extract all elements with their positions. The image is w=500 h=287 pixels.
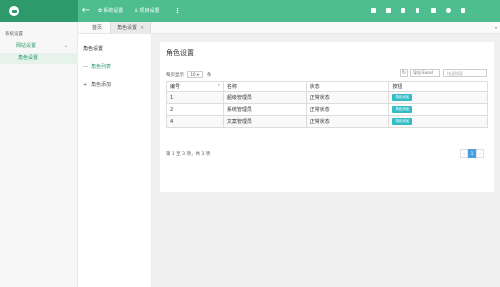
sub-nav-panel: 角色设置 — 角色列表 + 角色添加 — [78, 34, 152, 287]
prev-page-button[interactable]: ‹ — [460, 149, 468, 158]
subnav-item-label: 角色添加 — [91, 82, 112, 88]
copy-icon[interactable] — [401, 8, 405, 13]
column-header-name[interactable]: 名称 — [222, 81, 307, 92]
sidebar-group-website[interactable]: 网站设置 ⌄ — [0, 41, 78, 52]
main-content: 角色设置 每页显示 10 ▾ 条 ↻ 导出 Excel 编号▾ 名称 状态 按钮… — [152, 34, 500, 287]
table-header-row: 编号 ▾ 名称 状态 按钮 — [166, 81, 488, 92]
user-icon: ♙ — [134, 8, 139, 14]
length-suffix: 条 — [206, 73, 212, 78]
expand-icon[interactable] — [461, 8, 465, 13]
page-length-select[interactable]: 10 ▾ — [187, 71, 204, 78]
roles-table: 编号 ▾ 名称 状态 按钮 1 超级管理员 正常状态 角色添加 2 系统管理员 正… — [166, 81, 488, 128]
table-row: 1 超级管理员 正常状态 角色添加 — [166, 91, 488, 104]
add-role-button[interactable]: 角色添加 — [392, 94, 413, 101]
add-role-button[interactable]: 角色添加 — [392, 118, 413, 125]
sidebar-item-role-settings[interactable]: 角色设置 — [0, 53, 78, 64]
cell-status: 正常状态 — [305, 91, 390, 104]
page-length-control: 每页显示 10 ▾ 条 — [166, 71, 211, 78]
cell-name: 系统管理员 — [222, 103, 307, 116]
close-icon[interactable]: × — [140, 25, 144, 31]
lock-icon[interactable] — [431, 8, 436, 13]
header-tab-label: 系统设置 — [103, 8, 124, 14]
dash-icon: — — [83, 64, 88, 70]
tab-label: 角色设置 — [117, 25, 138, 31]
sidebar: 系统设置 网站设置 ⌄ 角色设置 — [0, 22, 78, 287]
more-menu-icon[interactable]: ⋮ — [174, 0, 181, 22]
page-button-current[interactable]: 1 — [468, 149, 476, 158]
plus-icon: + — [83, 82, 88, 88]
column-header-status[interactable]: 状态 — [305, 81, 390, 92]
table-row: 2 系统管理员 正常状态 角色添加 — [166, 103, 488, 116]
chevron-down-icon: ⌄ — [63, 43, 68, 49]
header-tab-system-settings[interactable]: ✿系统设置 — [98, 0, 123, 22]
back-arrow-icon[interactable]: ← — [80, 4, 92, 18]
subnav-item-role-add[interactable]: + 角色添加 — [83, 81, 111, 88]
page-length-value: 10 — [190, 72, 196, 77]
cell-action: 角色添加 — [388, 103, 488, 116]
list-icon[interactable] — [386, 8, 391, 13]
table-summary: 第 1 至 3 项，共 3 项 — [166, 152, 211, 157]
logo-icon[interactable] — [9, 6, 19, 16]
header-tab-label: 项目设置 — [139, 8, 160, 14]
chevron-down-icon[interactable]: ▾ — [495, 22, 497, 34]
table-row: 4 文案管理员 正常状态 角色添加 — [166, 115, 488, 128]
export-excel-button[interactable]: 导出 Excel — [410, 69, 440, 77]
user-icon[interactable] — [446, 8, 451, 13]
sidebar-group-label: 网站设置 — [16, 43, 37, 49]
header-tab-project-settings[interactable]: ♙项目设置 — [134, 0, 160, 22]
top-header: ← ✿系统设置 ♙项目设置 ⋮ — [0, 0, 500, 22]
bell-icon[interactable] — [371, 8, 376, 13]
chevron-down-icon: ▾ — [196, 72, 199, 77]
add-role-button[interactable]: 角色添加 — [392, 106, 413, 113]
cell-action: 角色添加 — [388, 115, 488, 128]
sidebar-title: 系统设置 — [5, 32, 23, 37]
header-nav: ← ✿系统设置 ♙项目设置 ⋮ — [78, 0, 500, 22]
cell-id: 2 — [166, 103, 224, 116]
cell-status: 正常状态 — [305, 115, 390, 128]
cell-status: 正常状态 — [305, 103, 390, 116]
page-title: 角色设置 — [166, 49, 194, 57]
content-card: 角色设置 每页显示 10 ▾ 条 ↻ 导出 Excel 编号▾ 名称 状态 按钮… — [160, 42, 494, 192]
cell-id: 4 — [166, 115, 224, 128]
subnav-title: 角色设置 — [83, 46, 104, 52]
tab-role-settings[interactable]: 角色设置 × — [110, 22, 152, 34]
sort-icon[interactable]: ▾ — [218, 83, 220, 87]
cell-name: 文案管理员 — [222, 115, 307, 128]
logo-area — [0, 0, 78, 22]
cell-action: 角色添加 — [388, 91, 488, 104]
gear-icon: ✿ — [98, 8, 103, 14]
subnav-item-role-list[interactable]: — 角色列表 — [83, 63, 111, 70]
page-tabbar: 首页 角色设置 × ▾ — [78, 22, 500, 34]
column-header-id[interactable]: 编号 ▾ — [166, 81, 224, 92]
search-input[interactable] — [443, 69, 487, 77]
refresh-button[interactable]: ↻ — [400, 69, 408, 77]
next-page-button[interactable]: › — [476, 149, 484, 158]
mobile-icon[interactable] — [416, 8, 419, 13]
cell-id: 1 — [166, 91, 224, 104]
length-prefix: 每页显示 — [166, 73, 184, 78]
cell-name: 超级管理员 — [222, 91, 307, 104]
subnav-item-label: 角色列表 — [91, 64, 112, 70]
tab-home[interactable]: 首页 — [86, 22, 108, 34]
column-header-action[interactable]: 按钮 — [388, 81, 488, 92]
